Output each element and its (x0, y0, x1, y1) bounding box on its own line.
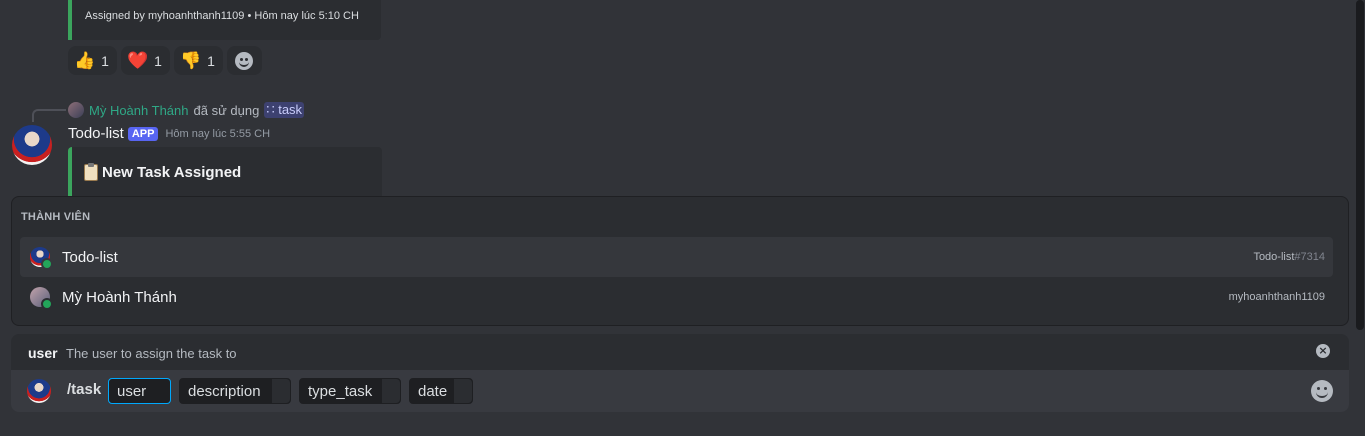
heart-icon: ❤️ (126, 51, 149, 70)
reply-username[interactable]: Mỳ Hoành Thánh (89, 103, 189, 118)
online-status-icon (41, 298, 53, 310)
scrollbar[interactable] (1356, 0, 1364, 330)
reply-context[interactable]: Mỳ Hoành Thánh đã sử dụng ∷ task (68, 102, 305, 118)
member-tag: Todo-list#7314 (1253, 251, 1325, 263)
embed-title-text: New Task Assigned (102, 164, 242, 181)
member-tag: myhoanhthanh1109 (1228, 291, 1325, 303)
reaction-count: 1 (154, 52, 162, 69)
option-chip-label: description (188, 383, 261, 400)
close-icon[interactable]: × (1316, 344, 1330, 358)
thumbs-up-icon: 👍 (74, 51, 96, 70)
reaction-thumbs-up[interactable]: 👍 1 (68, 46, 117, 75)
message-header: Todo-list APP Hôm nay lúc 5:55 CH (68, 125, 270, 142)
option-chip-type-task[interactable]: type_task (299, 378, 401, 404)
command-mention-label: task (278, 102, 303, 117)
slash-command: /task (67, 381, 102, 398)
avatar (27, 379, 51, 403)
option-name: user (28, 345, 58, 361)
option-hint: user The user to assign the task to × (11, 334, 1349, 370)
avatar (68, 102, 84, 118)
smiley-icon (235, 51, 254, 70)
add-reaction-button[interactable] (226, 46, 262, 75)
member-autocomplete: THÀNH VIÊN Todo-list Todo-list#7314 Mỳ H… (11, 196, 1349, 326)
option-chip-date[interactable]: date (409, 378, 473, 404)
member-discriminator: #7314 (1294, 251, 1325, 263)
reply-action: đã sử dụng (193, 102, 260, 118)
member-name: Mỳ Hoành Thánh (62, 288, 177, 306)
online-status-icon (41, 258, 53, 270)
clipboard-icon (84, 163, 98, 181)
option-chip-label: type_task (308, 383, 373, 400)
reaction-count: 1 (207, 52, 215, 69)
reaction-count: 1 (101, 52, 109, 69)
member-option[interactable]: Todo-list Todo-list#7314 (20, 237, 1333, 277)
option-chip-description[interactable]: description (179, 378, 291, 404)
message-timestamp: Hôm nay lúc 5:55 CH (165, 127, 271, 140)
message-input[interactable]: /task user description type_task date (11, 370, 1349, 412)
reaction-bar: 👍 1 ❤️ 1 👎 1 (68, 46, 262, 75)
command-mention[interactable]: ∷ task (264, 102, 305, 118)
avatar[interactable] (12, 125, 52, 165)
option-chip-label: date (418, 383, 448, 400)
app-badge: APP (127, 126, 159, 141)
autocomplete-header: THÀNH VIÊN (21, 211, 91, 223)
member-option[interactable]: Mỳ Hoành Thánh myhoanhthanh1109 (20, 277, 1333, 317)
reaction-heart[interactable]: ❤️ 1 (120, 46, 170, 75)
avatar (30, 247, 53, 270)
option-description: The user to assign the task to (66, 346, 237, 361)
scrollbar-thumb[interactable] (1356, 0, 1364, 330)
member-name: Todo-list (62, 248, 118, 266)
member-tag-name: Todo-list (1253, 251, 1295, 263)
option-chip-label: user (117, 383, 147, 400)
slash-command-icon: ∷ (266, 102, 275, 117)
reply-connector (32, 109, 66, 122)
embed-title: New Task Assigned (84, 163, 242, 181)
embed-footer: Assigned by myhoanhthanh1109 • Hôm nay l… (85, 10, 359, 22)
author-name[interactable]: Todo-list (68, 125, 124, 142)
thumbs-down-icon: 👎 (179, 51, 202, 70)
option-chip-user[interactable]: user (108, 378, 171, 404)
task-embed: New Task Assigned (68, 147, 382, 197)
reaction-thumbs-down[interactable]: 👎 1 (173, 46, 223, 75)
emoji-picker-icon[interactable] (1311, 380, 1333, 402)
avatar (30, 287, 53, 310)
previous-embed: Assigned by myhoanhthanh1109 • Hôm nay l… (68, 0, 381, 40)
